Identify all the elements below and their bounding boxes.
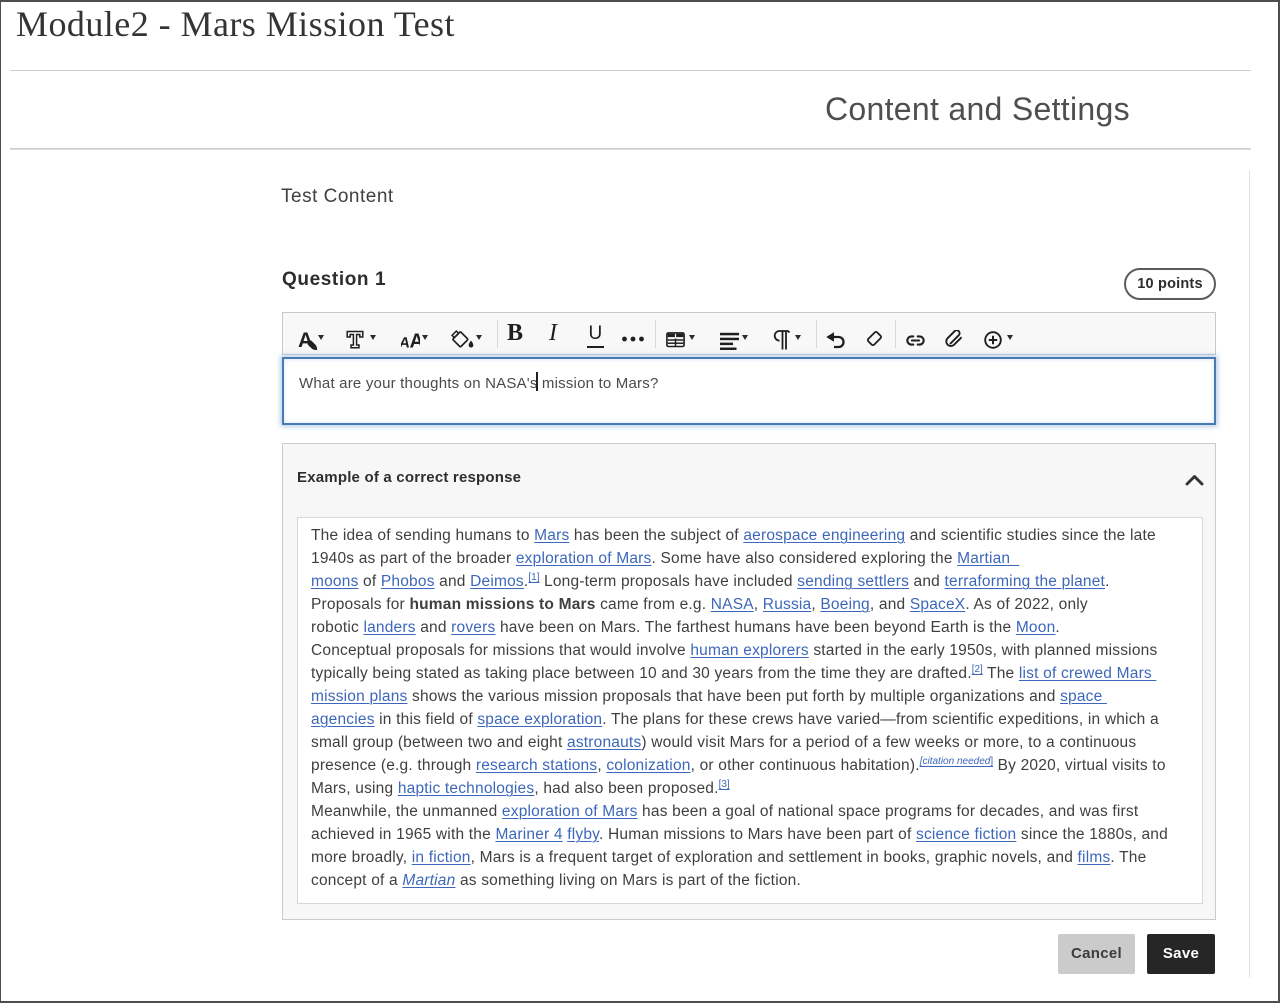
svg-text:A: A xyxy=(410,331,421,350)
